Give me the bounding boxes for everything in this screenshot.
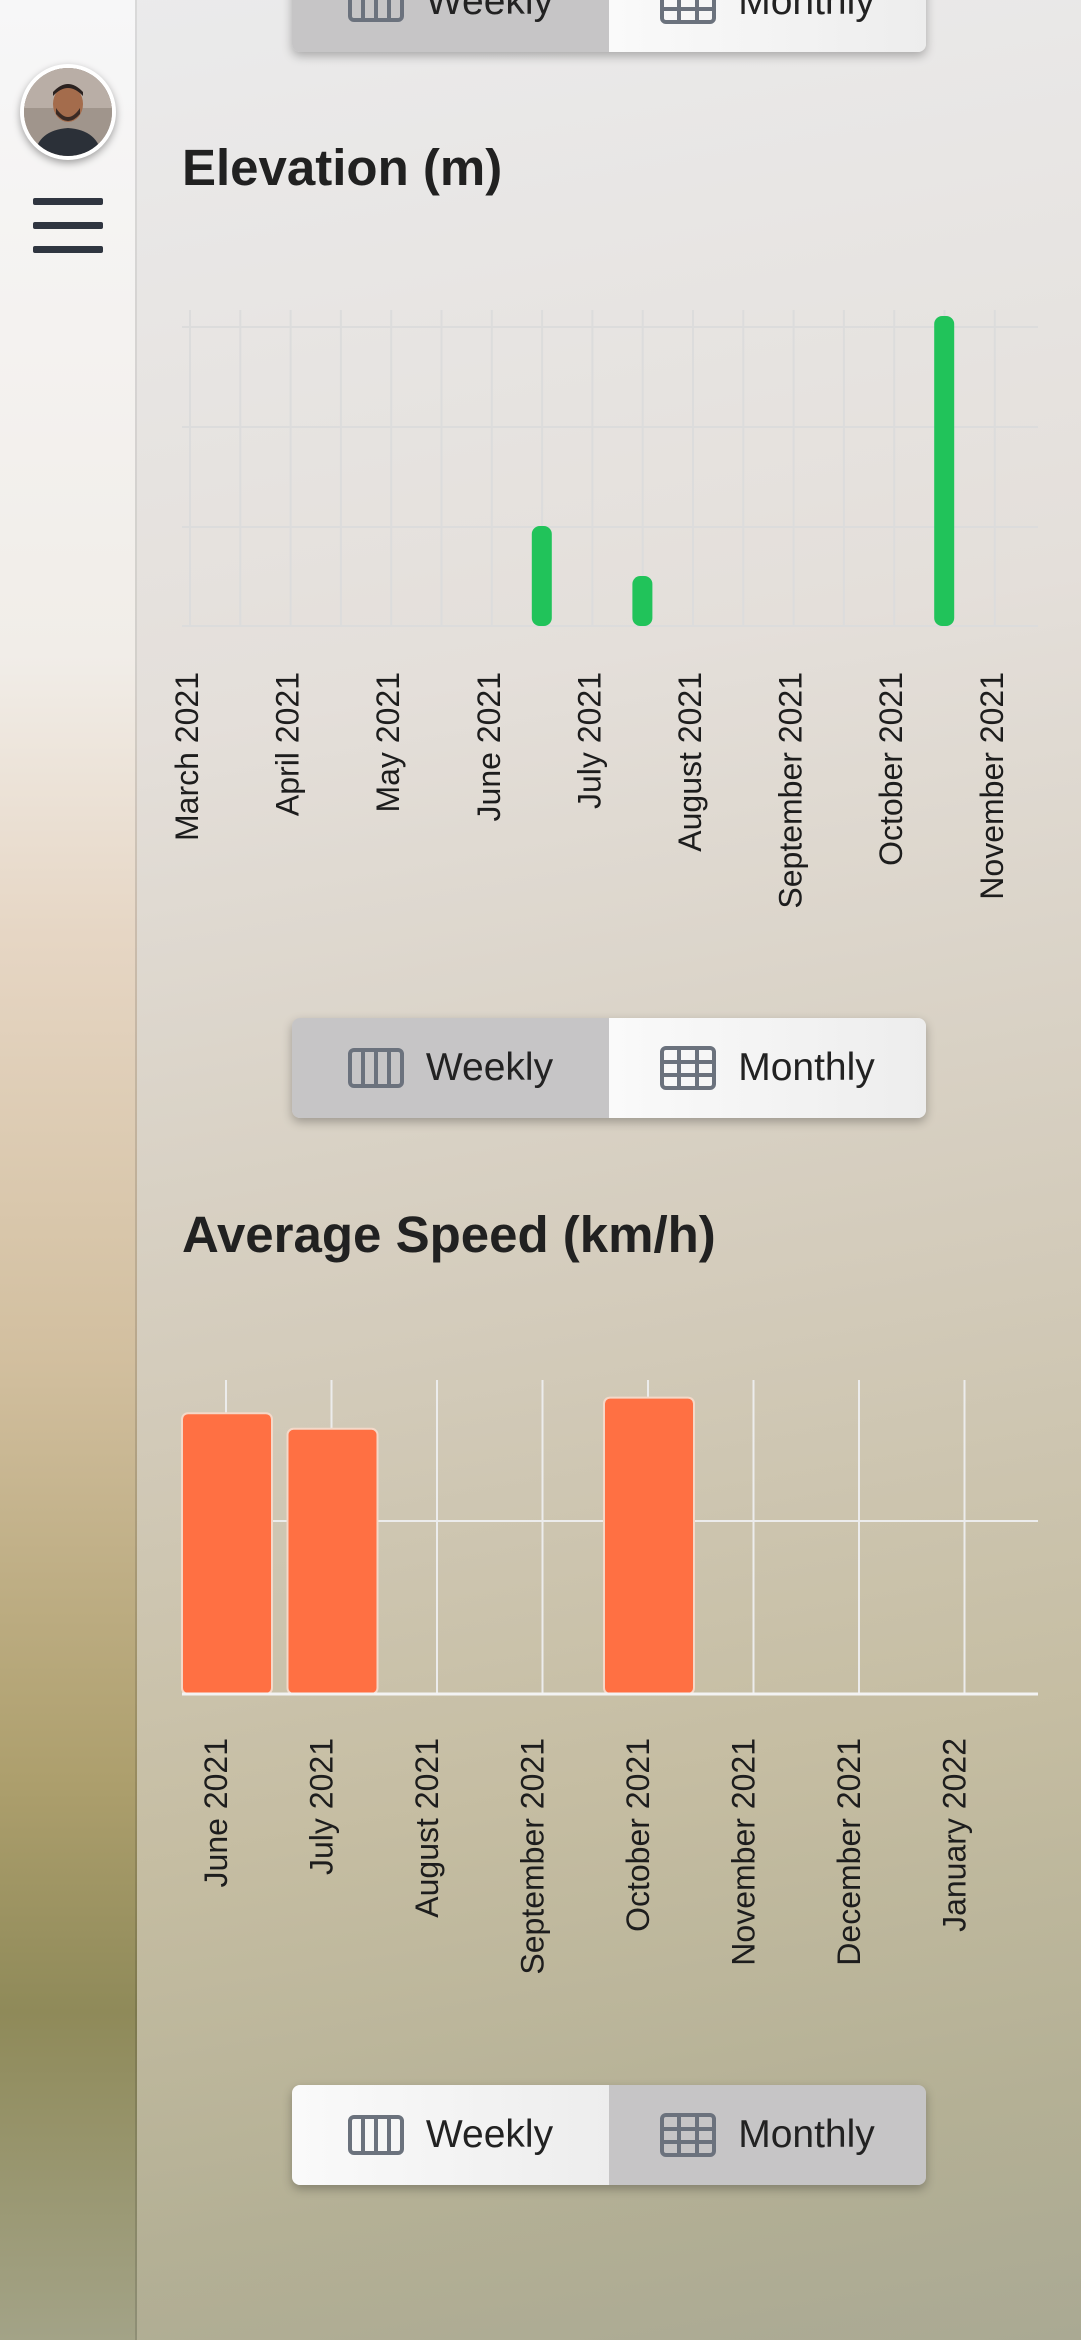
x-tick-label: October 2021: [620, 1738, 656, 1932]
x-tick-label: November 2021: [726, 1738, 762, 1966]
weekly-toggle-button[interactable]: Weekly: [292, 2085, 609, 2185]
x-tick-label: July 2021: [304, 1738, 340, 1875]
weekly-columns-icon: [347, 2115, 404, 2155]
x-tick-label: January 2022: [937, 1738, 973, 1932]
monthly-toggle-button[interactable]: Monthly: [609, 2085, 926, 2185]
speed-bar: [181, 1412, 273, 1695]
speed-bar: [286, 1427, 379, 1696]
speed-bar-chart: June 2021 July 2021 August 2021 September 2…: [181, 1380, 1038, 1975]
x-tick-label: September 2021: [515, 1738, 551, 1975]
period-toggle-speed: Weekly Monthly: [292, 2085, 926, 2185]
weekly-label: Weekly: [425, 2113, 554, 2156]
x-tick-label: June 2021: [198, 1738, 234, 1887]
monthly-grid-icon: [660, 2113, 717, 2157]
speed-bar: [603, 1396, 695, 1695]
monthly-label: Monthly: [738, 2113, 875, 2156]
x-tick-label: December 2021: [831, 1738, 867, 1966]
x-tick-label: August 2021: [409, 1738, 445, 1918]
